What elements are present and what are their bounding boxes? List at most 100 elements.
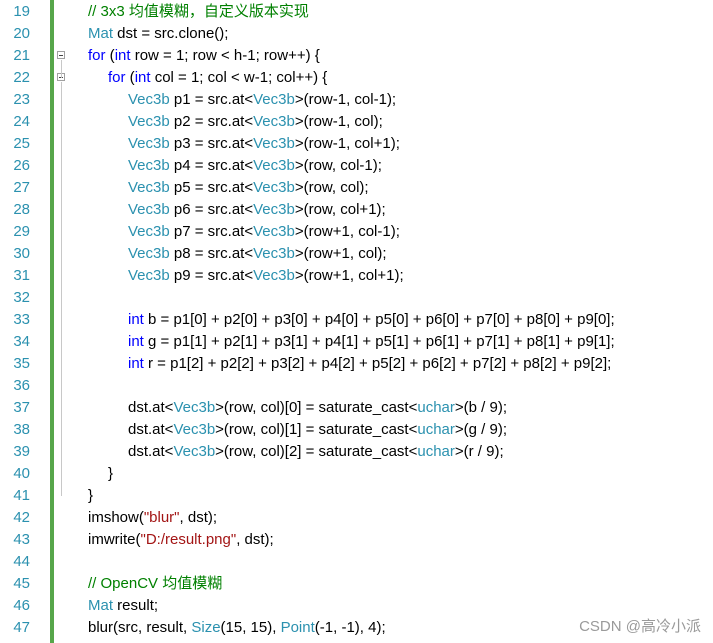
- code-line[interactable]: 30 Vec3b p8 = src.at<Vec3b>(row+1, col);: [0, 243, 713, 265]
- type-token: Vec3b: [253, 157, 295, 174]
- code-token: >(row+1, col);: [294, 245, 387, 262]
- code-text: blur(src, result, Size(15, 15), Point(-1…: [88, 617, 386, 639]
- code-token: p7 = src.at<: [169, 223, 254, 240]
- code-text: int b = p1[0] + p2[0] + p3[0] + p4[0] + …: [128, 309, 615, 331]
- code-line[interactable]: 28 Vec3b p6 = src.at<Vec3b>(row, col+1);: [0, 199, 713, 221]
- string-token: "D:/result.png": [140, 531, 237, 548]
- code-token: >(row-1, col+1);: [294, 135, 400, 152]
- code-line[interactable]: 34 int g = p1[1] + p2[1] + p3[1] + p4[1] …: [0, 331, 713, 353]
- type-token: Vec3b: [253, 91, 295, 108]
- code-line[interactable]: 33 int b = p1[0] + p2[0] + p3[0] + p4[0] …: [0, 309, 713, 331]
- code-token: p9 = src.at<: [169, 267, 254, 284]
- code-text: Mat dst = src.clone();: [88, 23, 228, 45]
- code-token: imwrite(: [88, 531, 141, 548]
- code-line[interactable]: 41}: [0, 485, 713, 507]
- code-token: >(r / 9);: [454, 443, 504, 460]
- code-line[interactable]: 40}: [0, 463, 713, 485]
- code-line[interactable]: 37 dst.at<Vec3b>(row, col)[0] = saturate_…: [0, 397, 713, 419]
- type-token: Vec3b: [253, 113, 295, 130]
- code-token: blur(src, result,: [88, 619, 192, 636]
- code-token: >(row, col+1);: [294, 201, 386, 218]
- type-token: Vec3b: [128, 135, 170, 152]
- line-number: 44: [13, 553, 30, 570]
- code-line[interactable]: 39 dst.at<Vec3b>(row, col)[2] = saturate_…: [0, 441, 713, 463]
- code-text: Vec3b p4 = src.at<Vec3b>(row, col-1);: [128, 155, 382, 177]
- type-token: uchar: [417, 399, 455, 416]
- code-line[interactable]: 26 Vec3b p4 = src.at<Vec3b>(row, col-1);: [0, 155, 713, 177]
- code-line[interactable]: 45 // OpenCV 均值模糊: [0, 573, 713, 595]
- code-line[interactable]: 21 for (int row = 1; row < h-1; row++) {: [0, 45, 713, 67]
- code-text: int r = p1[2] + p2[2] + p3[2] + p4[2] + …: [128, 353, 611, 375]
- code-line[interactable]: 43 imwrite("D:/result.png", dst);: [0, 529, 713, 551]
- line-number: 20: [13, 25, 30, 42]
- code-line[interactable]: 20 Mat dst = src.clone();: [0, 23, 713, 45]
- type-token: uchar: [417, 443, 455, 460]
- code-text: for (int col = 1; col < w-1; col++) {: [108, 67, 327, 89]
- code-text: // OpenCV 均值模糊: [88, 573, 222, 595]
- line-number: 41: [13, 487, 30, 504]
- type-token: Vec3b: [253, 245, 295, 262]
- code-editor[interactable]: 19 // 3x3 均值模糊，自定义版本实现 20 Mat dst = src.clo…: [0, 0, 713, 643]
- fold-guide-line: [61, 82, 62, 496]
- type-token: Vec3b: [253, 267, 295, 284]
- code-line[interactable]: 32: [0, 287, 713, 309]
- type-token: Vec3b: [173, 421, 216, 438]
- collapse-icon[interactable]: [57, 51, 65, 59]
- code-text: int g = p1[1] + p2[1] + p3[1] + p4[1] + …: [128, 331, 615, 353]
- code-line[interactable]: 19 // 3x3 均值模糊，自定义版本实现: [0, 1, 713, 23]
- code-token: >(b / 9);: [454, 399, 507, 416]
- type-token: Vec3b: [128, 201, 170, 218]
- line-number: 22: [13, 69, 30, 86]
- type-token: Vec3b: [128, 245, 170, 262]
- code-text: Vec3b p8 = src.at<Vec3b>(row+1, col);: [128, 243, 387, 265]
- code-text: Vec3b p3 = src.at<Vec3b>(row-1, col+1);: [128, 133, 400, 155]
- type-token: Vec3b: [253, 201, 295, 218]
- code-line[interactable]: 42 imshow("blur", dst);: [0, 507, 713, 529]
- line-number: 24: [13, 113, 30, 130]
- code-token: (15, 15),: [220, 619, 281, 636]
- code-line[interactable]: 31 Vec3b p9 = src.at<Vec3b>(row+1, col+1)…: [0, 265, 713, 287]
- code-line[interactable]: 36: [0, 375, 713, 397]
- code-token: >(row, col)[0] = saturate_cast<: [215, 399, 418, 416]
- code-text: Vec3b p9 = src.at<Vec3b>(row+1, col+1);: [128, 265, 404, 287]
- code-token: >(row, col);: [294, 179, 369, 196]
- code-token: p8 = src.at<: [169, 245, 254, 262]
- code-token: p6 = src.at<: [169, 201, 254, 218]
- code-text: Vec3b p7 = src.at<Vec3b>(row+1, col-1);: [128, 221, 400, 243]
- code-line[interactable]: 38 dst.at<Vec3b>(row, col)[1] = saturate_…: [0, 419, 713, 441]
- code-line[interactable]: 44: [0, 551, 713, 573]
- code-line[interactable]: 24 Vec3b p2 = src.at<Vec3b>(row-1, col);: [0, 111, 713, 133]
- code-line[interactable]: 35 int r = p1[2] + p2[2] + p3[2] + p4[2] …: [0, 353, 713, 375]
- code-token: g = p1[1] + p2[1] + p3[1] + p4[1] + p5[1…: [143, 333, 615, 350]
- code-token: >(row+1, col+1);: [294, 267, 404, 284]
- comment-token: // 3x3 均值模糊，自定义版本实现: [88, 3, 309, 20]
- code-token: (: [125, 69, 135, 86]
- type-token: Vec3b: [128, 157, 170, 174]
- code-line[interactable]: 22 for (int col = 1; col < w-1; col++) {: [0, 67, 713, 89]
- watermark: CSDN @高冷小派: [579, 618, 701, 635]
- code-line[interactable]: 46 Mat result;: [0, 595, 713, 617]
- code-token: >(row+1, col-1);: [294, 223, 400, 240]
- code-line[interactable]: 23 Vec3b p1 = src.at<Vec3b>(row-1, col-1)…: [0, 89, 713, 111]
- line-number: 27: [13, 179, 30, 196]
- code-token: >(row, col)[1] = saturate_cast<: [215, 421, 418, 438]
- code-token: row = 1; row < h-1; row++) {: [130, 47, 320, 64]
- code-line[interactable]: 25 Vec3b p3 = src.at<Vec3b>(row-1, col+1)…: [0, 133, 713, 155]
- keyword-token: for: [108, 69, 126, 86]
- keyword-token: int: [128, 311, 144, 328]
- code-text: Vec3b p2 = src.at<Vec3b>(row-1, col);: [128, 111, 383, 133]
- line-number: 34: [13, 333, 30, 350]
- line-number: 37: [13, 399, 30, 416]
- code-text: dst.at<Vec3b>(row, col)[0] = saturate_ca…: [128, 397, 507, 419]
- type-token: Vec3b: [128, 113, 170, 130]
- line-number: 19: [13, 3, 30, 20]
- keyword-token: for: [88, 47, 106, 64]
- code-token: dst.at<: [128, 421, 174, 438]
- code-token: >(row-1, col);: [294, 113, 383, 130]
- code-token: p1 = src.at<: [169, 91, 254, 108]
- line-number: 28: [13, 201, 30, 218]
- code-line[interactable]: 29 Vec3b p7 = src.at<Vec3b>(row+1, col-1)…: [0, 221, 713, 243]
- code-line[interactable]: 27 Vec3b p5 = src.at<Vec3b>(row, col);: [0, 177, 713, 199]
- line-number: 26: [13, 157, 30, 174]
- line-number: 45: [13, 575, 30, 592]
